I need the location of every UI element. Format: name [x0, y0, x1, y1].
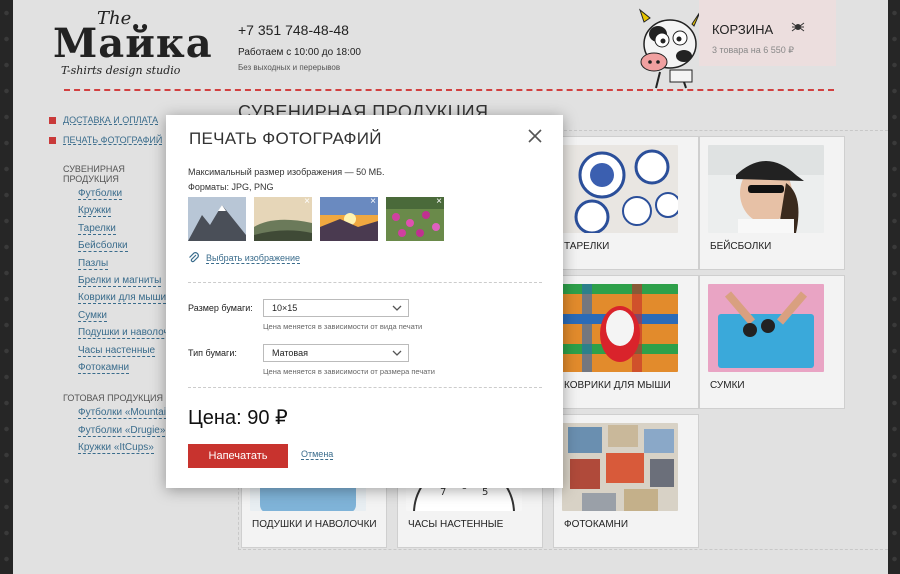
- header-divider: [64, 89, 834, 91]
- sidebar-item-plates[interactable]: Тарелки: [78, 222, 179, 240]
- caps-image: [708, 145, 824, 233]
- svg-text:5: 5: [482, 487, 488, 498]
- remove-thumb-3-icon[interactable]: ×: [370, 197, 376, 207]
- product-card-bags[interactable]: СУМКИ: [699, 275, 845, 409]
- sidebar-section-ready: ГОТОВАЯ ПРОДУКЦИЯ: [63, 393, 164, 404]
- sidebar-link-photo-print[interactable]: ПЕЧАТЬ ФОТОГРАФИЙ: [49, 130, 179, 150]
- photostones-image: [562, 423, 678, 511]
- site-header: The Майка T-shirts design studio +7 351 …: [13, 0, 888, 90]
- price-display: Цена: 90 ₽: [188, 407, 288, 429]
- right-dotted-border: [888, 0, 900, 574]
- gift-icon: [49, 116, 56, 124]
- paper-size-select[interactable]: 10×15: [263, 299, 409, 317]
- close-icon[interactable]: [526, 127, 544, 145]
- chevron-down-icon: [392, 305, 402, 311]
- product-card-plates[interactable]: ТАРЕЛКИ: [553, 136, 699, 270]
- chevron-down-icon: [392, 350, 402, 356]
- uploaded-thumb-3[interactable]: ×: [320, 197, 378, 241]
- remove-thumb-4-icon[interactable]: ×: [436, 197, 442, 207]
- photo-icon: [49, 136, 56, 144]
- photo-print-modal: ПЕЧАТЬ ФОТОГРАФИЙ Максимальный размер из…: [166, 115, 563, 488]
- sidebar-item-pillows[interactable]: Подушки и наволочки: [78, 327, 179, 344]
- working-hours: Работаем с 10:00 до 18:00: [238, 47, 361, 58]
- mousepad-image: [562, 284, 678, 372]
- site-logo[interactable]: The Майка T-shirts design studio: [47, 6, 212, 80]
- sidebar-item-mugs-itcups[interactable]: Кружки «ItCups»: [78, 442, 179, 459]
- spider-icon: [791, 22, 805, 32]
- paper-type-hint: Цена меняется в зависимости от размера п…: [263, 367, 435, 376]
- sidebar-link-delivery[interactable]: ДОСТАВКА И ОПЛАТА: [49, 110, 179, 130]
- sidebar-item-tshirts-mountain[interactable]: Футболки «Mountain»: [78, 407, 179, 424]
- sidebar-item-mousepads[interactable]: Коврики для мыши: [78, 292, 179, 309]
- remove-thumb-2-icon[interactable]: ×: [304, 197, 310, 207]
- print-button[interactable]: Напечатать: [188, 444, 288, 468]
- uploaded-thumb-4[interactable]: ×: [386, 197, 444, 241]
- phone-number: +7 351 748-48-48: [238, 22, 349, 38]
- bags-image: [708, 284, 824, 372]
- uploaded-thumb-2[interactable]: ×: [254, 197, 312, 241]
- cart-widget[interactable]: КОРЗИНА 3 товара на 6 550 ₽: [699, 0, 836, 66]
- sidebar-item-caps[interactable]: Бейсболки: [78, 240, 179, 257]
- paper-type-label: Тип бумаги:: [188, 348, 237, 358]
- page: The Майка T-shirts design studio +7 351 …: [13, 0, 888, 574]
- uploaded-thumb-1[interactable]: [188, 197, 246, 241]
- product-card-photostones[interactable]: ФОТОКАМНИ: [553, 414, 699, 548]
- paper-size-label: Размер бумаги:: [188, 303, 253, 313]
- choose-image-link[interactable]: Выбрать изображение: [188, 252, 301, 264]
- sidebar-item-mugs[interactable]: Кружки: [78, 205, 179, 222]
- max-size-info: Максимальный размер изображения — 50 МБ.: [188, 167, 385, 177]
- sidebar-section-souvenirs: СУВЕНИРНАЯ ПРОДУКЦИЯ: [63, 164, 125, 184]
- svg-text:7: 7: [440, 487, 446, 498]
- paper-type-select[interactable]: Матовая: [263, 344, 409, 362]
- sidebar-item-bags[interactable]: Сумки: [78, 309, 179, 327]
- product-card-caps[interactable]: БЕЙСБОЛКИ: [699, 136, 845, 270]
- sidebar: ДОСТАВКА И ОПЛАТА ПЕЧАТЬ ФОТОГРАФИЙ СУВЕ…: [49, 110, 179, 459]
- cart-title: КОРЗИНА: [712, 22, 774, 37]
- left-dotted-border: [0, 0, 13, 574]
- product-card-mousepads[interactable]: КОВРИКИ ДЛЯ МЫШИ: [553, 275, 699, 409]
- working-hours-note: Без выходных и перерывов: [238, 63, 341, 72]
- separator: [188, 387, 542, 388]
- plates-image: [562, 145, 678, 233]
- mountain-photo: [188, 197, 246, 241]
- sidebar-item-puzzles[interactable]: Пазлы: [78, 257, 179, 275]
- sidebar-item-clocks[interactable]: Часы настенные: [78, 344, 179, 362]
- separator: [188, 282, 542, 283]
- sidebar-item-tshirts-drugie[interactable]: Футболки «Drugie»: [78, 424, 179, 442]
- cow-mascot-image: [638, 8, 701, 89]
- cart-summary: 3 товара на 6 550 ₽: [712, 45, 794, 55]
- paperclip-icon: [189, 252, 199, 263]
- cancel-link[interactable]: Отмена: [301, 449, 334, 460]
- sidebar-item-tshirts[interactable]: Футболки: [78, 188, 179, 205]
- formats-info: Форматы: JPG, PNG: [188, 182, 274, 192]
- sidebar-item-photostones[interactable]: Фотокамни: [78, 361, 179, 379]
- paper-size-hint: Цена меняется в зависимости от вида печа…: [263, 322, 423, 331]
- sidebar-item-keychains[interactable]: Брелки и магниты: [78, 274, 179, 292]
- modal-title: ПЕЧАТЬ ФОТОГРАФИЙ: [189, 129, 382, 148]
